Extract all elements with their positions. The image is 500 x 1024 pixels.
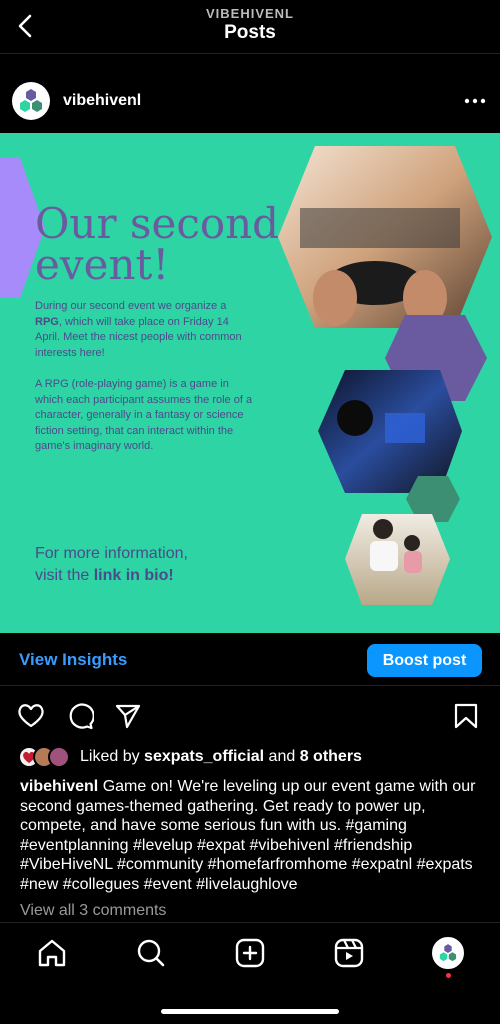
caption-text: Game on! We're leveling up our event gam… <box>20 778 476 893</box>
para1-text-end: , which will take place on Friday 14 Apr… <box>35 315 242 359</box>
likes-row[interactable]: Liked by sexpats_official and 8 others <box>18 746 488 768</box>
account-name: VIBEHIVENL <box>205 6 294 21</box>
para1-text: During our second event we organize a <box>35 300 227 312</box>
home-indicator <box>161 1009 339 1014</box>
headline-line-1: Our second <box>35 199 280 248</box>
notification-dot <box>446 973 451 978</box>
home-icon[interactable] <box>36 937 68 969</box>
profile-avatar[interactable] <box>432 937 464 969</box>
heart-icon[interactable] <box>17 702 45 730</box>
reels-icon[interactable] <box>333 937 365 969</box>
insights-row: View Insights Boost post <box>0 642 500 686</box>
image-paragraph-1: During our second event we organize a RP… <box>35 299 255 361</box>
cta-line-2-bold: link in bio! <box>93 567 174 584</box>
more-options-icon[interactable] <box>464 90 486 112</box>
liked-by-user[interactable]: sexpats_official <box>144 748 264 765</box>
avatar <box>48 746 70 768</box>
cta-line-2: visit the link in bio! <box>35 565 188 587</box>
headline-line-2: event! <box>35 240 170 289</box>
image-cta: For more information, visit the link in … <box>35 543 188 587</box>
avatar[interactable] <box>12 82 50 120</box>
boost-post-button[interactable]: Boost post <box>367 644 482 677</box>
create-icon[interactable] <box>234 937 266 969</box>
cta-line-2-text: visit the <box>35 567 94 584</box>
page-title: Posts <box>224 22 276 43</box>
share-icon[interactable] <box>114 702 142 730</box>
image-paragraph-2: A RPG (role-playing game) is a game in w… <box>35 378 253 452</box>
caption-username[interactable]: vibehivenl <box>20 778 98 795</box>
view-all-comments-link[interactable]: View all 3 comments <box>20 902 166 920</box>
liked-by-count[interactable]: 8 others <box>300 748 362 765</box>
top-bar: VIBEHIVENL Posts <box>0 0 500 54</box>
bottom-navigation <box>0 922 500 1024</box>
likes-text: Liked by sexpats_official and 8 others <box>80 748 362 766</box>
liked-by-and: and <box>264 748 300 765</box>
para1-bold: RPG <box>35 315 59 328</box>
bookmark-icon[interactable] <box>452 702 480 730</box>
post-header: vibehivenl <box>0 78 500 124</box>
comment-icon[interactable] <box>66 702 94 730</box>
cta-line-1: For more information, <box>35 545 188 562</box>
post-actions <box>0 700 500 732</box>
liker-avatars <box>18 746 74 768</box>
post-username[interactable]: vibehivenl <box>63 92 141 110</box>
liked-by-prefix: Liked by <box>80 748 145 765</box>
post-image[interactable]: Our second event! During our second even… <box>0 133 500 633</box>
post-caption: vibehivenl Game on! We're leveling up ou… <box>20 777 485 894</box>
search-icon[interactable] <box>135 937 167 969</box>
view-insights-link[interactable]: View Insights <box>19 650 127 670</box>
image-headline: Our second event! <box>35 199 280 289</box>
